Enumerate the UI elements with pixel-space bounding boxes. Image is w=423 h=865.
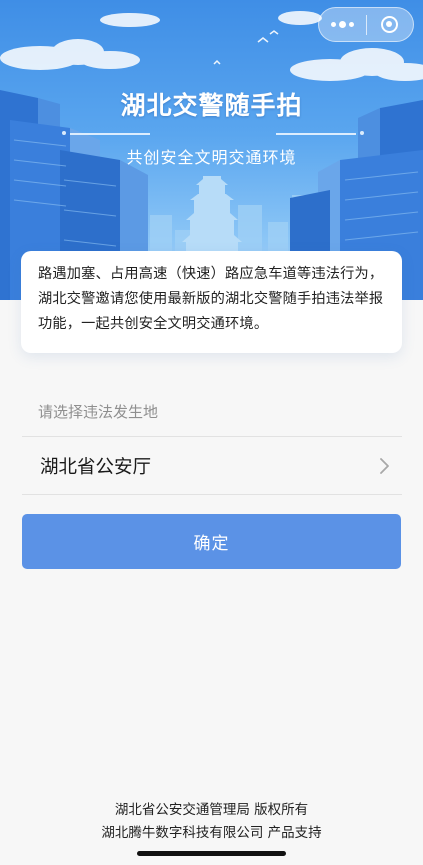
confirm-button[interactable]: 确定 [22, 514, 401, 569]
title-divider-right [276, 133, 356, 135]
footer-copyright: 湖北省公安交通管理局 版权所有 [114, 802, 309, 818]
hero-subtitle: 共创安全文明交通环境 [126, 148, 297, 167]
title-divider-dot-left [62, 131, 66, 135]
location-select-value: 湖北省公安厅 [40, 456, 152, 478]
chevron-right-icon [380, 457, 389, 474]
location-select-row[interactable]: 湖北省公安厅 [22, 437, 402, 494]
hero-title: 湖北交警随手拍 [120, 91, 303, 120]
notice-card: 路遇加塞、占用高速（快速）路应急车道等违法行为，湖北交警邀请您使用最新版的湖北交… [21, 251, 402, 353]
close-circle-icon[interactable] [367, 8, 413, 41]
location-select-hint: 请选择违法发生地 [38, 403, 159, 421]
more-dots-icon[interactable] [319, 8, 366, 41]
home-indicator [137, 851, 286, 856]
notice-text: 路遇加塞、占用高速（快速）路应急车道等违法行为，湖北交警邀请您使用最新版的湖北交… [38, 266, 384, 332]
title-divider-dot-right [360, 131, 364, 135]
footer-support: 湖北腾牛数字科技有限公司 产品支持 [101, 825, 322, 841]
miniprogram-capsule [318, 7, 414, 42]
title-divider-left [70, 133, 150, 135]
divider [22, 494, 402, 495]
